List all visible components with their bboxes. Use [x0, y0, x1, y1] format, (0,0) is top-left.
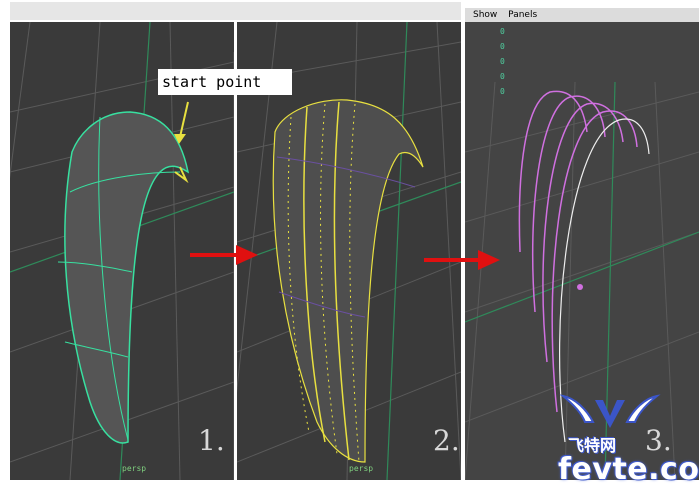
- viewport-header-strip: [10, 2, 461, 20]
- counter-value: 0: [500, 72, 505, 81]
- counter-column: 0 0 0 0 0: [500, 24, 505, 99]
- counter-value: 0: [500, 57, 505, 66]
- camera-label-1: persp: [122, 464, 147, 473]
- arrow-2-to-3: [424, 250, 500, 270]
- counter-value: 0: [500, 87, 505, 96]
- start-point-label: start point: [158, 69, 292, 95]
- menu-panels[interactable]: Panels: [508, 10, 537, 20]
- counter-value: 0: [500, 42, 505, 51]
- nurbs-surface-2: [272, 99, 424, 463]
- fevte-logo-icon: [559, 394, 661, 428]
- camera-label-2: persp: [349, 464, 374, 473]
- nurbs-surface-1: [64, 111, 190, 444]
- counter-value: 0: [500, 27, 505, 36]
- viewport-menubar: Show Panels: [465, 8, 699, 22]
- step-number-1: 1.: [198, 424, 225, 457]
- arrow-1-to-2: [190, 245, 258, 265]
- pivot-point: [577, 284, 583, 290]
- tutorial-image: 1. persp 2. persp Show Panels 0 0 0 0 0 …: [0, 0, 699, 487]
- menu-show[interactable]: Show: [473, 10, 497, 20]
- start-arrow: [179, 101, 189, 138]
- watermark-brand: fevte.com: [558, 452, 699, 487]
- step-number-2: 2.: [433, 424, 460, 457]
